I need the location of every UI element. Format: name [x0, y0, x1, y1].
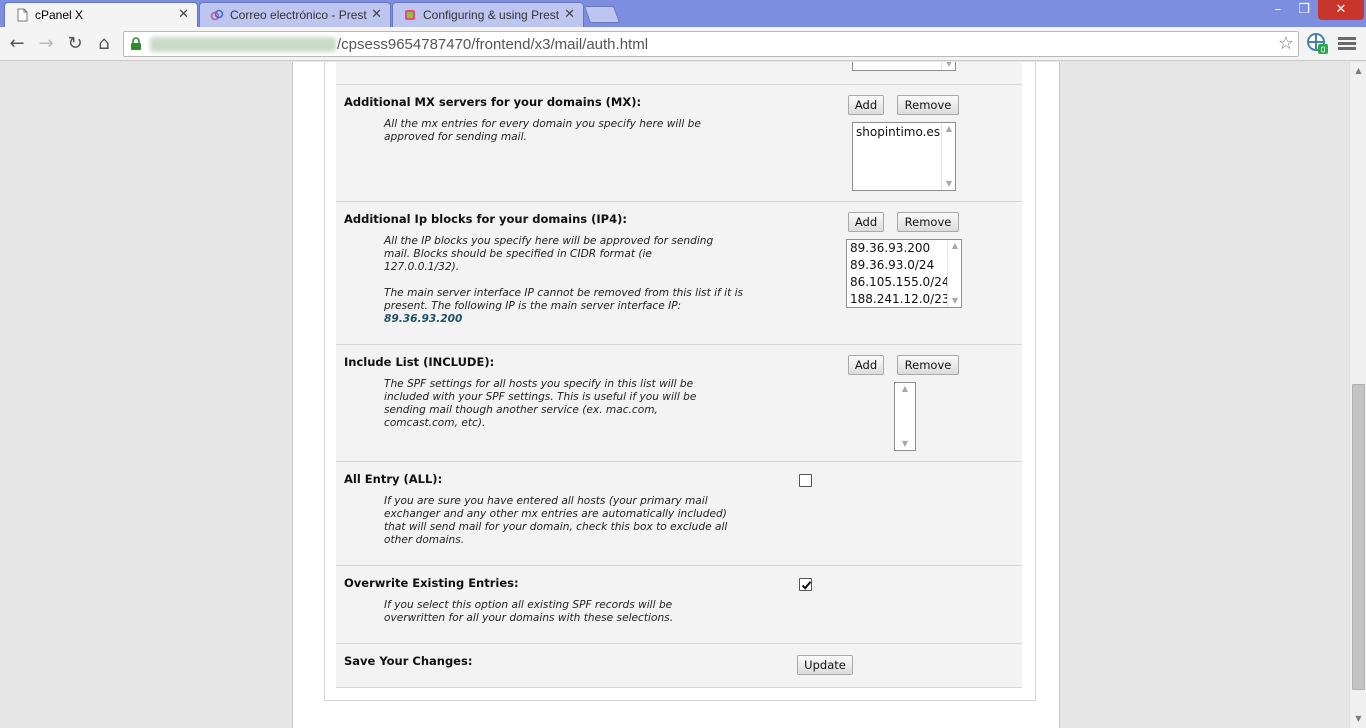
mx-entries-list[interactable]: shopintimo.es ▲ ▼	[852, 122, 956, 191]
tab-title: Correo electrónico - Prest	[230, 8, 367, 22]
scroll-down-icon[interactable]: ▼	[945, 180, 953, 188]
address-bar[interactable]: /cpsess9654787470/frontend/x3/mail/auth.…	[123, 31, 1299, 57]
browser-toolbar: ← → ↻ ⌂ /cpsess9654787470/frontend/x3/ma…	[0, 27, 1366, 61]
mx-label: Additional MX servers for your domains (…	[344, 95, 642, 109]
mx-row: Additional MX servers for your domains (…	[336, 84, 1022, 201]
list-item[interactable]: 89.36.93.0/24	[847, 257, 961, 274]
all-label: All Entry (ALL):	[344, 472, 443, 486]
tab-configuring[interactable]: Configuring & using Prest ✕	[392, 2, 584, 27]
scroll-up-icon[interactable]: ▲	[901, 385, 909, 393]
ip4-label: Additional Ip blocks for your domains (I…	[344, 212, 627, 226]
page-scrollbar[interactable]: ▲ ▼	[1349, 62, 1366, 728]
gender-icon	[210, 9, 224, 21]
all-row: All Entry (ALL): If you are sure you hav…	[336, 461, 1022, 565]
scroll-down-icon[interactable]: ▼	[1354, 715, 1363, 723]
scroll-up-icon[interactable]: ▲	[951, 242, 959, 250]
page-icon	[17, 8, 28, 22]
list-scrollbar[interactable]: ▲ ▼	[947, 240, 961, 307]
new-tab-button[interactable]	[583, 6, 621, 23]
reload-icon[interactable]: ↻	[63, 32, 87, 56]
include-entries-list[interactable]: ▲ ▼	[894, 382, 916, 451]
scrollbar-thumb[interactable]	[1352, 384, 1365, 690]
mx-description: All the mx entries for every domain you …	[384, 118, 701, 143]
tab-cpanel[interactable]: cPanel X ✕	[4, 2, 198, 27]
list-item[interactable]: 89.36.93.200	[847, 240, 961, 257]
list-item[interactable]: shopintimo.es	[853, 123, 955, 141]
url-host-redacted	[150, 37, 336, 52]
scroll-down-icon[interactable]: ▼	[901, 440, 909, 448]
overwrite-checkbox[interactable]	[799, 578, 812, 591]
scroll-up-icon[interactable]: ▲	[1354, 67, 1363, 75]
tab-title: Configuring & using Prest	[423, 8, 560, 22]
tab-close-icon[interactable]: ✕	[178, 6, 189, 22]
include-row: Include List (INCLUDE): The SPF settings…	[336, 344, 1022, 461]
all-description: If you are sure you have entered all hos…	[384, 495, 728, 546]
ip4-description: All the IP blocks you specify here will …	[384, 235, 714, 273]
extension-icon[interactable]: 0	[1306, 32, 1328, 54]
save-row: Save Your Changes: Update	[336, 643, 1022, 688]
main-server-ip: 89.36.93.200	[384, 313, 463, 325]
forward-icon[interactable]: →	[34, 32, 58, 56]
ip4-note-text: The main server interface IP cannot be r…	[384, 287, 744, 312]
mx-add-button[interactable]: Add	[848, 95, 884, 115]
overwrite-label: Overwrite Existing Entries:	[344, 576, 519, 590]
ip4-entries-list[interactable]: 89.36.93.200 89.36.93.0/24 86.105.155.0/…	[846, 239, 962, 308]
page-content: ▼ Additional MX servers for your domains…	[292, 62, 1060, 728]
tab-correo[interactable]: Correo electrónico - Prest ✕	[199, 2, 391, 27]
back-icon[interactable]: ←	[5, 32, 29, 56]
tab-close-icon[interactable]: ✕	[564, 6, 575, 22]
prestashop-icon	[405, 10, 415, 20]
list-item[interactable]: 188.241.12.0/23	[847, 291, 961, 307]
tab-title: cPanel X	[35, 8, 84, 22]
page-viewport: ▼ Additional MX servers for your domains…	[0, 62, 1349, 728]
menu-icon[interactable]	[1338, 35, 1356, 53]
list-item[interactable]: 86.105.155.0/24	[847, 274, 961, 291]
ip4-remove-button[interactable]: Remove	[897, 212, 959, 232]
tab-close-icon[interactable]: ✕	[371, 6, 382, 22]
ip4-row: Additional Ip blocks for your domains (I…	[336, 201, 1022, 344]
close-window-button[interactable]: ✕	[1318, 0, 1364, 20]
lock-icon	[131, 37, 141, 50]
maximize-button[interactable]: ❐	[1291, 0, 1317, 20]
scroll-up-icon[interactable]: ▲	[945, 125, 953, 133]
home-icon[interactable]: ⌂	[92, 32, 116, 56]
ip4-note: The main server interface IP cannot be r…	[384, 287, 749, 326]
previous-listbox[interactable]: ▼	[852, 62, 956, 71]
checkmark-icon	[801, 581, 812, 590]
all-checkbox[interactable]	[799, 474, 812, 487]
tab-strip: cPanel X ✕ Correo electrónico - Prest ✕ …	[0, 0, 1366, 27]
overwrite-row: Overwrite Existing Entries: If you selec…	[336, 565, 1022, 643]
ip4-add-button[interactable]: Add	[848, 212, 884, 232]
include-description: The SPF settings for all hosts you speci…	[384, 378, 697, 429]
include-add-button[interactable]: Add	[848, 355, 884, 375]
mx-remove-button[interactable]: Remove	[897, 95, 959, 115]
previous-row: ▼	[336, 62, 1022, 84]
list-scrollbar[interactable]: ▲ ▼	[895, 383, 915, 450]
scroll-down-icon[interactable]: ▼	[945, 62, 953, 68]
extension-badge: 0	[1320, 46, 1325, 55]
bookmark-star-icon[interactable]: ☆	[1278, 33, 1294, 54]
update-button[interactable]: Update	[797, 655, 853, 675]
overwrite-description: If you select this option all existing S…	[384, 599, 674, 624]
include-label: Include List (INCLUDE):	[344, 355, 495, 369]
scroll-down-icon[interactable]: ▼	[951, 297, 959, 305]
url-path: /cpsess9654787470/frontend/x3/mail/auth.…	[337, 36, 649, 53]
list-scrollbar[interactable]: ▲ ▼	[941, 123, 955, 190]
include-remove-button[interactable]: Remove	[897, 355, 959, 375]
save-label: Save Your Changes:	[344, 654, 473, 668]
minimize-button[interactable]: –	[1265, 0, 1291, 20]
